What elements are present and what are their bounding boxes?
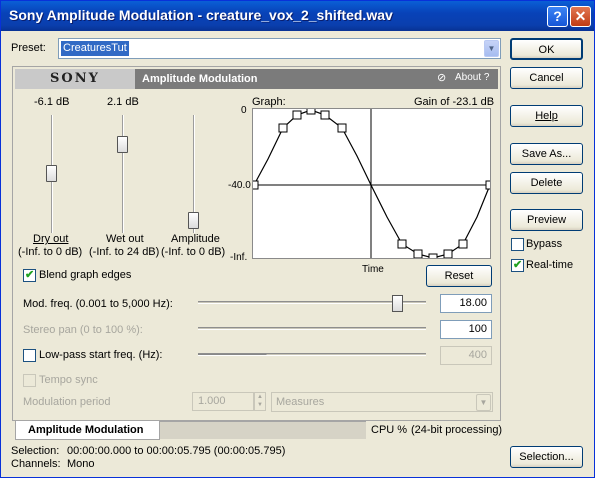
- selection-label: Selection:: [11, 445, 60, 457]
- wet-label: Wet out: [106, 233, 144, 245]
- sony-logo: SONY: [15, 69, 135, 89]
- delete-button[interactable]: Delete: [510, 172, 583, 194]
- graph-label: Graph:: [252, 96, 286, 108]
- envelope-svg[interactable]: [249, 105, 495, 263]
- lowpass-input[interactable]: 400: [440, 346, 492, 365]
- envelope-graph[interactable]: [249, 105, 495, 263]
- checkmark-icon: ✔: [25, 269, 35, 281]
- lowpass-label: Low-pass start freq. (Hz):: [39, 349, 163, 361]
- preset-value: CreaturesTut: [61, 41, 129, 56]
- lowpass-checkbox[interactable]: [23, 349, 36, 362]
- graph-y-bot: -Inf.: [230, 252, 248, 263]
- mod-period-spinner[interactable]: ▲ ▼: [254, 392, 266, 411]
- dry-range: (-Inf. to 0 dB): [18, 246, 83, 258]
- graph-node[interactable]: [306, 105, 316, 115]
- tab-strip: [160, 421, 366, 439]
- preview-button[interactable]: Preview: [510, 209, 583, 231]
- title-bar: Sony Amplitude Modulation - creature_vox…: [1, 1, 594, 31]
- graph-node[interactable]: [292, 110, 302, 120]
- stereo-pan-label: Stereo pan (0 to 100 %):: [23, 324, 143, 336]
- about-link[interactable]: About ?: [455, 72, 489, 83]
- plugin-title: Amplitude Modulation: [142, 73, 258, 85]
- wet-slider-track[interactable]: [122, 115, 124, 233]
- graph-node[interactable]: [249, 180, 259, 190]
- graph-node[interactable]: [443, 249, 453, 259]
- channels-value: Mono: [67, 458, 95, 470]
- lowpass-track[interactable]: [198, 353, 426, 356]
- wet-slider-thumb[interactable]: [117, 136, 128, 154]
- stereo-pan-input[interactable]: 100: [440, 320, 492, 339]
- graph-node[interactable]: [278, 123, 288, 133]
- tab-amplitude-modulation[interactable]: Amplitude Modulation: [15, 421, 160, 440]
- reset-button[interactable]: Reset: [426, 265, 492, 287]
- graph-x-label: Time: [362, 264, 384, 275]
- graph-y-top: 0: [241, 105, 247, 116]
- checkmark-icon: ✔: [513, 259, 523, 271]
- window-title: Sony Amplitude Modulation - creature_vox…: [9, 7, 393, 23]
- save-as-button[interactable]: Save As...: [510, 143, 583, 165]
- amplitude-label: Amplitude: [171, 233, 220, 245]
- graph-node[interactable]: [337, 123, 347, 133]
- bypass-label: Bypass: [526, 238, 563, 250]
- wet-range: (-Inf. to 24 dB): [89, 246, 160, 258]
- dialog-window: Sony Amplitude Modulation - creature_vox…: [0, 0, 595, 478]
- no-entry-icon: ⊘: [437, 72, 447, 84]
- dry-slider-thumb[interactable]: [46, 164, 57, 182]
- realtime-checkbox[interactable]: ✔: [511, 259, 524, 272]
- mod-freq-input[interactable]: 18.00: [440, 294, 492, 313]
- blend-checkbox[interactable]: ✔: [23, 269, 36, 282]
- dry-label: Dry out: [33, 233, 69, 245]
- mod-period-label: Modulation period: [23, 396, 111, 408]
- selection-value: 00:00:00.000 to 00:00:05.795 (00:00:05.7…: [67, 445, 286, 457]
- mod-period-unit-dropdown[interactable]: Measures ▼: [271, 392, 493, 412]
- preset-label: Preset:: [11, 42, 46, 54]
- selection-button[interactable]: Selection...: [510, 446, 583, 468]
- processing-label: (24-bit processing): [411, 424, 503, 436]
- dry-value: -6.1 dB: [34, 96, 70, 108]
- bypass-checkbox[interactable]: [511, 238, 524, 251]
- mod-freq-label: Mod. freq. (0.001 to 5,000 Hz):: [23, 298, 173, 310]
- chevron-down-icon[interactable]: ▼: [476, 394, 491, 411]
- close-button[interactable]: ✕: [570, 6, 591, 27]
- tempo-sync-checkbox[interactable]: [23, 374, 36, 387]
- cancel-button[interactable]: Cancel: [510, 67, 583, 89]
- mod-period-input[interactable]: 1.000: [192, 392, 254, 411]
- graph-node[interactable]: [485, 180, 495, 190]
- cpu-label: CPU %: [371, 424, 408, 436]
- wet-value: 2.1 dB: [107, 96, 139, 108]
- graph-y-mid: -40.0: [228, 180, 251, 191]
- graph-node[interactable]: [428, 253, 438, 263]
- gain-label: Gain of -23.1 dB: [414, 96, 495, 108]
- amplitude-slider-thumb[interactable]: [188, 212, 199, 229]
- graph-node[interactable]: [413, 249, 423, 259]
- stereo-pan-track[interactable]: [198, 327, 426, 330]
- blend-label: Blend graph edges: [39, 269, 132, 281]
- channels-label: Channels:: [11, 458, 61, 470]
- help-title-button[interactable]: ?: [547, 6, 568, 27]
- ok-button[interactable]: OK: [510, 38, 583, 60]
- graph-node[interactable]: [397, 239, 407, 249]
- mod-freq-thumb[interactable]: [392, 295, 403, 312]
- graph-node[interactable]: [458, 239, 468, 249]
- mod-period-unit: Measures: [276, 396, 325, 408]
- help-button[interactable]: Help: [510, 105, 583, 127]
- amplitude-range: (-Inf. to 0 dB): [161, 246, 226, 258]
- chevron-down-icon[interactable]: ▼: [484, 40, 499, 57]
- preset-dropdown[interactable]: CreaturesTut ▼: [58, 38, 501, 59]
- tempo-sync-label: Tempo sync: [39, 374, 98, 386]
- graph-node[interactable]: [320, 110, 330, 120]
- realtime-label: Real-time: [526, 259, 574, 271]
